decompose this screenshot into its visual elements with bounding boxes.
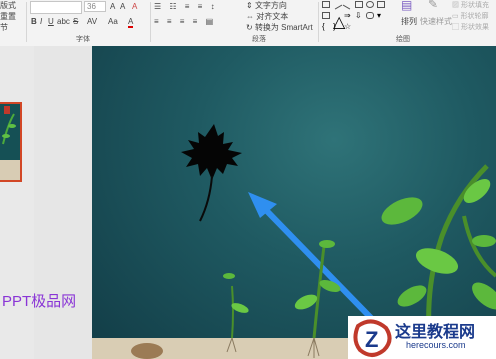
- arrange-icon[interactable]: ▤: [401, 0, 412, 11]
- watermark-badge: Z 这里教程网 herecours.com: [348, 316, 496, 359]
- shape-outline-button[interactable]: ▭ 形状轮廓: [452, 11, 489, 21]
- layout-button[interactable]: 版式: [0, 0, 16, 11]
- align-text-button[interactable]: ⇔ 对齐文本: [246, 11, 288, 22]
- section-button[interactable]: 节: [0, 22, 8, 33]
- list-icon[interactable]: ☰ ☷ ≡ ≡ ↕: [154, 2, 218, 11]
- change-case-button[interactable]: Aa: [108, 17, 118, 26]
- line2-shape-icon[interactable]: [342, 0, 354, 10]
- underline-button[interactable]: U: [48, 17, 54, 26]
- spacing-button[interactable]: AV: [87, 17, 97, 26]
- strike-button[interactable]: S: [73, 17, 78, 26]
- site-logo-icon: Z: [353, 319, 392, 357]
- font-color-icon[interactable]: A: [128, 17, 134, 28]
- box-shape-icon[interactable]: [377, 1, 385, 8]
- arrange-button[interactable]: 排列: [401, 16, 417, 27]
- clear-format-icon[interactable]: A: [132, 2, 137, 11]
- reset-button[interactable]: 重置: [0, 11, 16, 22]
- down-arrow-shape-icon[interactable]: ⇩: [355, 12, 363, 20]
- bold-button[interactable]: B: [31, 17, 37, 26]
- font-size-select[interactable]: 36: [84, 1, 106, 12]
- bracket-shape-icon[interactable]: }: [333, 23, 341, 31]
- more-shapes-icon[interactable]: ▾: [377, 12, 385, 20]
- drawing-group-label: 绘图: [396, 36, 410, 43]
- triangle-shape-icon[interactable]: △: [333, 12, 345, 31]
- plant-small[interactable]: [223, 273, 250, 353]
- textbox-shape-icon[interactable]: [322, 12, 330, 19]
- paragraph-group-label: 段落: [252, 36, 266, 43]
- italic-button[interactable]: I: [40, 17, 42, 26]
- shadow-button[interactable]: abc: [57, 17, 70, 26]
- font-group-label: 字体: [76, 36, 90, 43]
- align-icons[interactable]: ≡ ≡ ≡ ≡ ▤: [154, 17, 216, 26]
- shape-effects-button[interactable]: ▢ 形状效果: [452, 22, 489, 32]
- arrow-shape-icon[interactable]: ⇒: [344, 12, 352, 20]
- badge-url: herecours.com: [406, 340, 466, 350]
- brace-shape-icon[interactable]: {: [322, 23, 330, 31]
- quick-styles-icon[interactable]: ✎: [428, 0, 438, 10]
- slide-canvas[interactable]: [92, 46, 496, 359]
- rectangle-shape-icon[interactable]: [322, 1, 330, 8]
- svg-text:Z: Z: [365, 327, 378, 352]
- grow-font-icon[interactable]: A: [110, 2, 115, 11]
- shrink-font-icon[interactable]: A: [120, 2, 125, 11]
- badge-title: 这里教程网: [395, 324, 476, 341]
- plant-medium[interactable]: [293, 240, 342, 358]
- star-shape-icon[interactable]: ☆: [344, 23, 352, 31]
- ribbon: 版式 重置 节 36 A A A B I U abc S AV Aa A 字体 …: [0, 0, 496, 47]
- line-shape-icon[interactable]: [331, 0, 343, 10]
- oval-shape-icon[interactable]: [366, 1, 374, 8]
- watermark-text: PPT极品网: [2, 293, 77, 310]
- convert-smartart-button[interactable]: ↻ 转换为 SmartArt: [246, 22, 313, 33]
- shape-fill-button[interactable]: ▨ 形状填充: [452, 0, 489, 10]
- text-direction-button[interactable]: ⇕ 文字方向: [246, 0, 287, 11]
- font-family-select[interactable]: [30, 1, 82, 14]
- slide-thumbnail-1[interactable]: [0, 102, 22, 182]
- pane-gutter: [34, 46, 92, 359]
- seed-image[interactable]: [131, 343, 163, 359]
- quick-styles-button[interactable]: 快速样式: [420, 16, 452, 27]
- shapes-gallery[interactable]: △ ⇒ ⇩ ▾ { } ☆: [322, 0, 388, 31]
- rounded-shape-icon[interactable]: [366, 12, 374, 19]
- slide-thumbnail-pane: [0, 46, 34, 359]
- maple-leaf-silhouette[interactable]: [181, 124, 242, 222]
- square-shape-icon[interactable]: [355, 1, 363, 8]
